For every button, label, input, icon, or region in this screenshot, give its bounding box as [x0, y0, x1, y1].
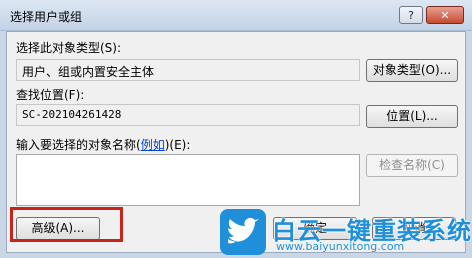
location-label: 查找位置(F):	[16, 88, 85, 102]
watermark-url: www.baiyunxitong.com	[276, 240, 405, 253]
object-types-button[interactable]: 对象类型(O)...	[366, 59, 458, 82]
object-names-label-suffix: )(E):	[164, 138, 191, 152]
object-names-label-prefix: 输入要选择的对象名称(	[16, 138, 141, 152]
window-title: 选择用户或组	[10, 10, 83, 24]
object-type-label: 选择此对象类型(S):	[16, 41, 122, 55]
title-bar: 选择用户或组 ? ✕	[0, 0, 472, 31]
object-type-field: 用户、组或内置安全主体	[16, 59, 360, 81]
help-button[interactable]: ?	[399, 6, 423, 24]
check-names-button[interactable]: 检查名称(C)	[366, 154, 458, 177]
watermark: 白云一键重装系统 www.baiyunxitong.com	[220, 207, 472, 257]
object-names-label: 输入要选择的对象名称(例如)(E):	[16, 136, 190, 153]
examples-link[interactable]: 例如	[141, 138, 165, 152]
location-field: SC-202104261428	[16, 104, 360, 126]
close-button[interactable]: ✕	[426, 6, 464, 24]
highlight-box	[10, 207, 123, 242]
locations-button[interactable]: 位置(L)...	[366, 105, 458, 128]
object-names-input[interactable]	[16, 154, 360, 206]
bird-logo-icon	[220, 209, 266, 255]
